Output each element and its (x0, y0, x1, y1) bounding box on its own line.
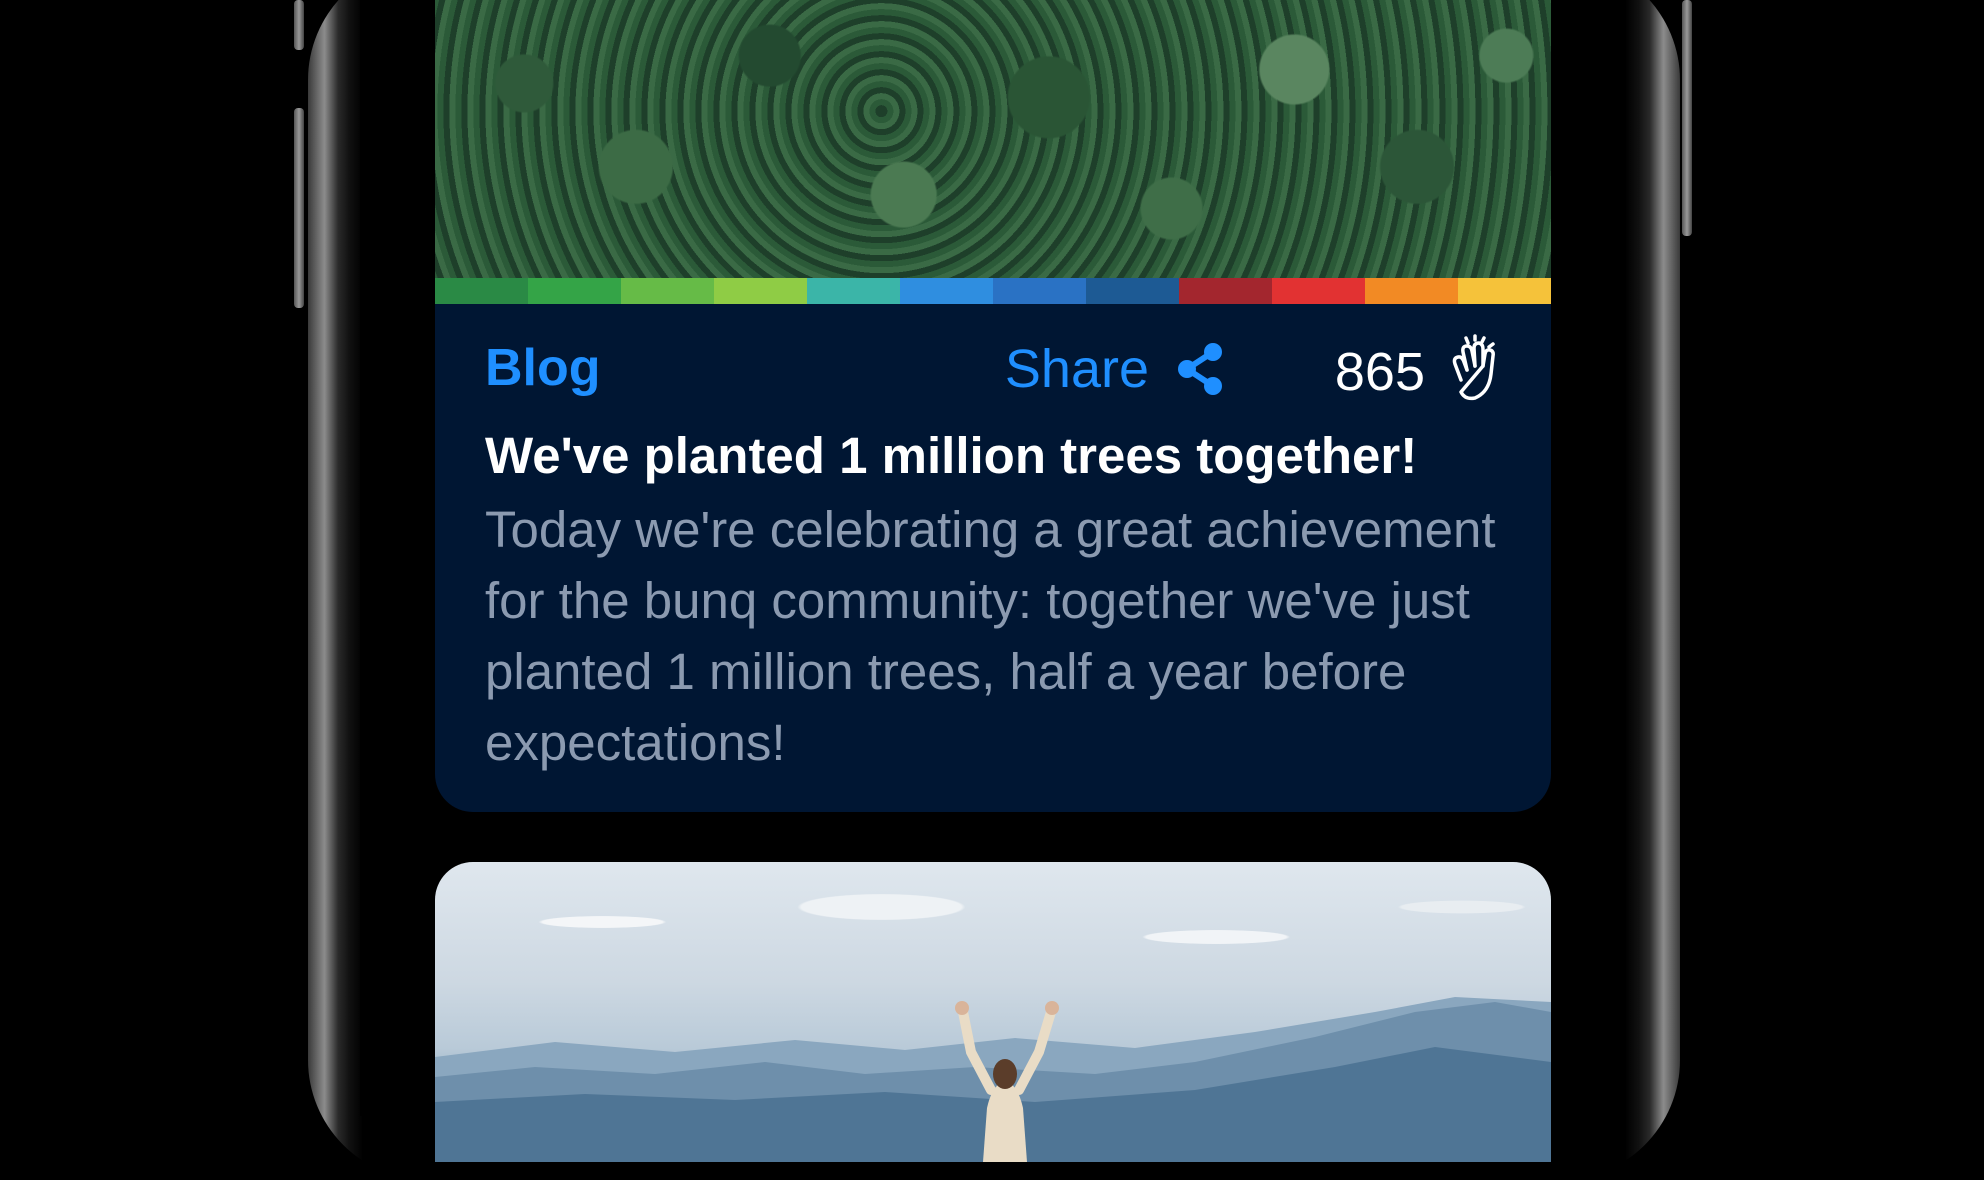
stripe-segment (1086, 278, 1179, 304)
clap-count: 865 (1334, 341, 1425, 402)
stripe-segment (435, 278, 528, 304)
aerial-forest-image (435, 0, 1551, 278)
article-card[interactable]: Blog Share 865 We've planted 1 million t… (435, 0, 1551, 812)
color-stripe (435, 278, 1551, 304)
stripe-segment (807, 278, 900, 304)
share-label: Share (1004, 339, 1149, 399)
stripe-segment (621, 278, 714, 304)
next-article-card[interactable] (435, 862, 1551, 1162)
share-icon (1175, 342, 1225, 396)
stripe-segment (528, 278, 621, 304)
clap-counter[interactable]: 865 (1335, 334, 1503, 409)
article-title: We've planted 1 million trees together! (485, 427, 1418, 484)
share-button[interactable]: Share (1005, 338, 1225, 400)
stripe-segment (714, 278, 807, 304)
phone-side-button (294, 0, 304, 50)
phone-volume-button (294, 108, 304, 308)
stripe-segment (993, 278, 1086, 304)
stripe-segment (1458, 278, 1551, 304)
stripe-segment (900, 278, 993, 304)
article-excerpt: Today we're celebrating a great achievem… (485, 501, 1496, 771)
category-tag[interactable]: Blog (485, 338, 601, 398)
article-meta-row: Blog Share 865 (485, 334, 1503, 406)
stripe-segment (1272, 278, 1365, 304)
stripe-segment (1365, 278, 1458, 304)
clap-hands-icon (1447, 334, 1503, 409)
stripe-segment (1179, 278, 1272, 304)
phone-power-button (1682, 0, 1692, 236)
